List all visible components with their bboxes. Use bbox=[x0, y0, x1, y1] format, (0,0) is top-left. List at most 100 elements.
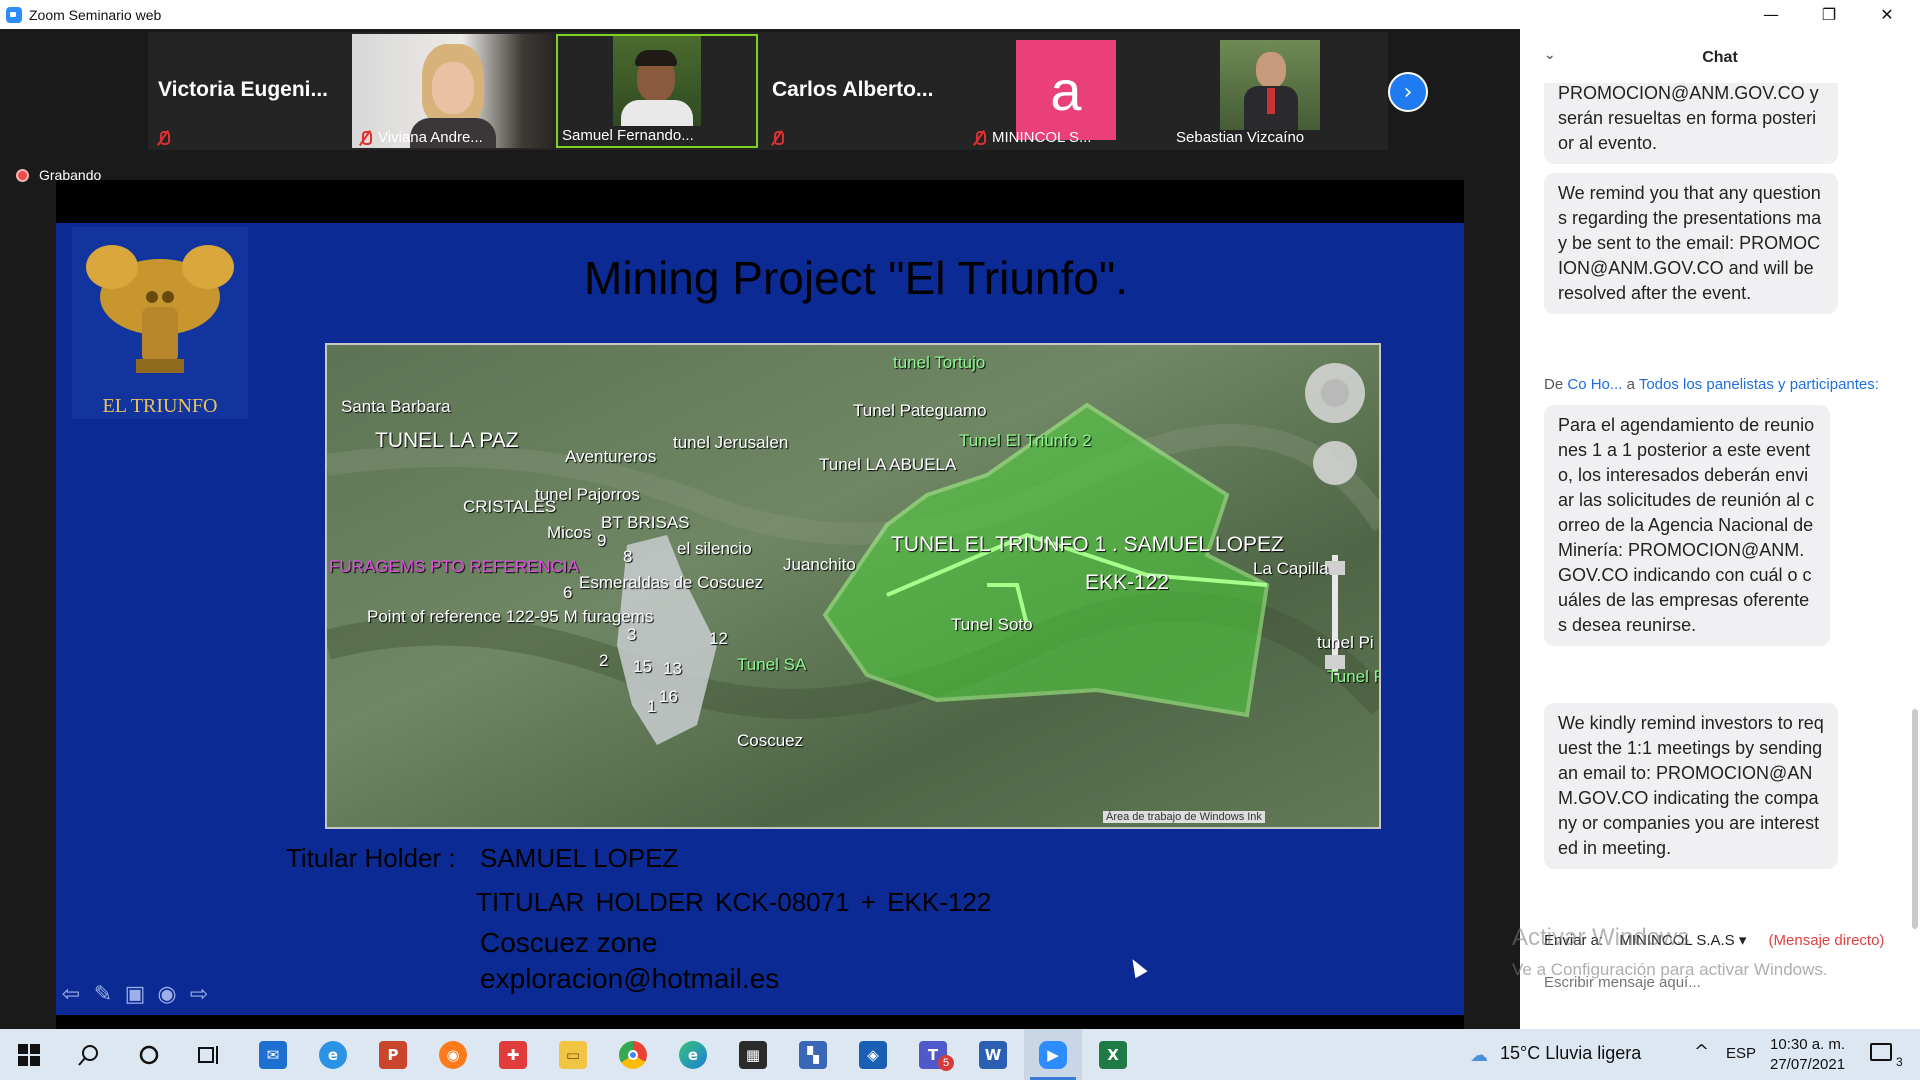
language-indicator[interactable]: ESP bbox=[1726, 1045, 1756, 1062]
prev-slide-icon[interactable]: ⇦ bbox=[58, 981, 84, 1007]
titular-name: SAMUEL LOPEZ bbox=[480, 843, 679, 873]
map-label: Micos bbox=[547, 523, 592, 542]
clock-time: 10:30 a. m. bbox=[1770, 1036, 1846, 1053]
search-icon bbox=[78, 1044, 98, 1066]
map-label: CRISTALES bbox=[463, 497, 557, 516]
word-icon: W bbox=[979, 1040, 1007, 1069]
presentation-slide: EL TRIUNFO Mining Project "El Triunfo". bbox=[56, 223, 1464, 1015]
map-label: 6 bbox=[563, 583, 573, 602]
taskbar-zoom[interactable]: ▶ bbox=[1024, 1029, 1082, 1080]
participant-tile[interactable]: Carlos Alberto... bbox=[762, 34, 962, 148]
folder-icon: ▭ bbox=[559, 1040, 587, 1069]
next-slide-icon[interactable]: ⇨ bbox=[186, 981, 212, 1007]
cortana-button[interactable] bbox=[120, 1029, 178, 1080]
taskbar-network-app[interactable]: ▚ bbox=[784, 1029, 842, 1080]
participant-name: Samuel Fernando... bbox=[562, 127, 694, 144]
sender-target[interactable]: Todos los panelistas y participantes: bbox=[1639, 376, 1879, 393]
tray-chevron-icon[interactable]: ^ bbox=[1694, 1041, 1709, 1062]
chat-message: We remind you that any questions regardi… bbox=[1544, 173, 1838, 314]
clock[interactable]: 10:30 a. m. 27/07/2021 bbox=[1770, 1035, 1845, 1075]
participant-video bbox=[1220, 40, 1320, 130]
map-label: el silencio bbox=[677, 539, 752, 558]
sender-name[interactable]: Co Ho... bbox=[1567, 376, 1622, 393]
map-label: tunel Tortujo bbox=[893, 353, 986, 372]
sender-mid: a bbox=[1626, 376, 1635, 393]
slides-icon[interactable]: ▣ bbox=[122, 981, 148, 1007]
map-label: Tunel Pateguamo bbox=[853, 401, 987, 420]
taskbar-explorer[interactable]: ▭ bbox=[544, 1029, 602, 1080]
start-button[interactable] bbox=[0, 1029, 58, 1080]
taskbar-chrome[interactable] bbox=[604, 1029, 662, 1080]
map-label: 13 bbox=[663, 659, 682, 678]
map-label: Esmeraldas de Coscuez bbox=[579, 573, 764, 592]
taskbar-word[interactable]: W bbox=[964, 1029, 1022, 1080]
windows-activation-watermark: Activar Windows bbox=[1512, 924, 1690, 951]
shared-screen: EL TRIUNFO Mining Project "El Triunfo". bbox=[56, 180, 1464, 1052]
chat-scrollbar[interactable] bbox=[1912, 709, 1918, 929]
weather-widget[interactable]: 15°C Lluvia ligera bbox=[1500, 1043, 1641, 1064]
store-icon: ▦ bbox=[739, 1040, 767, 1069]
chat-header: ⌄ Chat bbox=[1520, 29, 1920, 83]
taskbar-powerpoint[interactable]: P bbox=[364, 1029, 422, 1080]
logo-text: EL TRIUNFO bbox=[102, 395, 218, 417]
pen-icon[interactable]: ✎ bbox=[90, 981, 116, 1007]
next-participants-button[interactable]: › bbox=[1388, 72, 1428, 112]
email-text: exploracion@hotmail.es bbox=[480, 963, 780, 994]
taskbar-excel[interactable]: X bbox=[1084, 1029, 1142, 1080]
search-button[interactable] bbox=[60, 1029, 118, 1080]
windows-icon bbox=[18, 1043, 40, 1066]
map-label: 15 bbox=[633, 657, 652, 676]
taskbar-security[interactable]: ◈ bbox=[844, 1029, 902, 1080]
taskbar-firefox[interactable]: ◉ bbox=[424, 1029, 482, 1080]
chat-title: Chat bbox=[1702, 49, 1738, 66]
zoom-logo-icon bbox=[6, 6, 22, 23]
titular-label: Titular Holder : bbox=[286, 843, 456, 873]
meeting-area: Victoria Eugeni... Viviana Andre... Samu… bbox=[0, 29, 1520, 1052]
gold-figure-icon bbox=[86, 245, 234, 373]
mail-icon: ✉ bbox=[259, 1040, 287, 1069]
chat-messages[interactable]: PROMOCION@ANM.GOV.CO y serán resueltas e… bbox=[1520, 83, 1920, 943]
windows-activation-hint: Ve a Configuración para activar Windows. bbox=[1512, 960, 1828, 979]
desktop: Zoom Seminario web — ❐ ✕ Victoria Eugeni… bbox=[0, 0, 1920, 1080]
taskbar-edge[interactable]: e bbox=[664, 1029, 722, 1080]
close-button[interactable]: ✕ bbox=[1858, 0, 1916, 29]
map-label: Tunel El Triunfo 2 bbox=[959, 431, 1092, 450]
more-icon[interactable]: ◉ bbox=[154, 981, 180, 1007]
zone-text: Coscuez zone bbox=[480, 927, 658, 958]
participant-tile[interactable]: Viviana Andre... bbox=[352, 34, 552, 148]
chat-message: We kindly remind investors to request th… bbox=[1544, 703, 1838, 869]
internet-explorer-icon: e bbox=[319, 1040, 347, 1069]
map-label: Coscuez bbox=[737, 731, 804, 750]
rain-icon: ☁ bbox=[1470, 1045, 1488, 1065]
participant-tile[interactable]: Sebastian Vizcaíno bbox=[1170, 34, 1370, 148]
map-label: 8 bbox=[623, 547, 633, 566]
map-label: 12 bbox=[709, 629, 728, 648]
taskbar-teams[interactable]: T 5 bbox=[904, 1029, 962, 1080]
participant-tile[interactable]: a MININCOL S... bbox=[966, 34, 1166, 148]
message-sender: De Co Ho... a Todos los panelistas y par… bbox=[1544, 376, 1879, 393]
map-label: tunel Pi bbox=[1317, 633, 1374, 652]
maximize-button[interactable]: ❐ bbox=[1800, 0, 1858, 29]
taskbar-store[interactable]: ▦ bbox=[724, 1029, 782, 1080]
participant-strip: Victoria Eugeni... Viviana Andre... Samu… bbox=[148, 32, 1388, 150]
taskbar-ie[interactable]: e bbox=[304, 1029, 362, 1080]
map-label: TUNEL LA PAZ bbox=[375, 429, 519, 452]
notification-count: 3 bbox=[1896, 1055, 1903, 1069]
map-label: Área de trabajo de Windows Ink bbox=[1103, 811, 1265, 823]
minimize-button[interactable]: — bbox=[1742, 0, 1800, 29]
participant-tile-active-speaker[interactable]: Samuel Fernando... bbox=[556, 34, 758, 148]
sender-prefix: De bbox=[1544, 376, 1564, 393]
task-view-button[interactable] bbox=[180, 1029, 238, 1080]
map-label: Juanchito bbox=[783, 555, 856, 574]
taskbar-gift[interactable]: ✚ bbox=[484, 1029, 542, 1080]
cortana-icon bbox=[139, 1045, 159, 1064]
muted-mic-icon bbox=[358, 130, 372, 146]
slide-title: Mining Project "El Triunfo". bbox=[584, 252, 1128, 304]
participant-tile[interactable]: Victoria Eugeni... bbox=[148, 34, 348, 148]
title-bar: Zoom Seminario web — ❐ ✕ bbox=[0, 0, 1920, 29]
taskbar-mail[interactable]: ✉ bbox=[244, 1029, 302, 1080]
muted-mic-icon bbox=[972, 130, 986, 146]
map-label: BT BRISAS bbox=[601, 513, 690, 532]
chrome-icon bbox=[619, 1040, 647, 1069]
notification-icon[interactable] bbox=[1870, 1043, 1892, 1061]
